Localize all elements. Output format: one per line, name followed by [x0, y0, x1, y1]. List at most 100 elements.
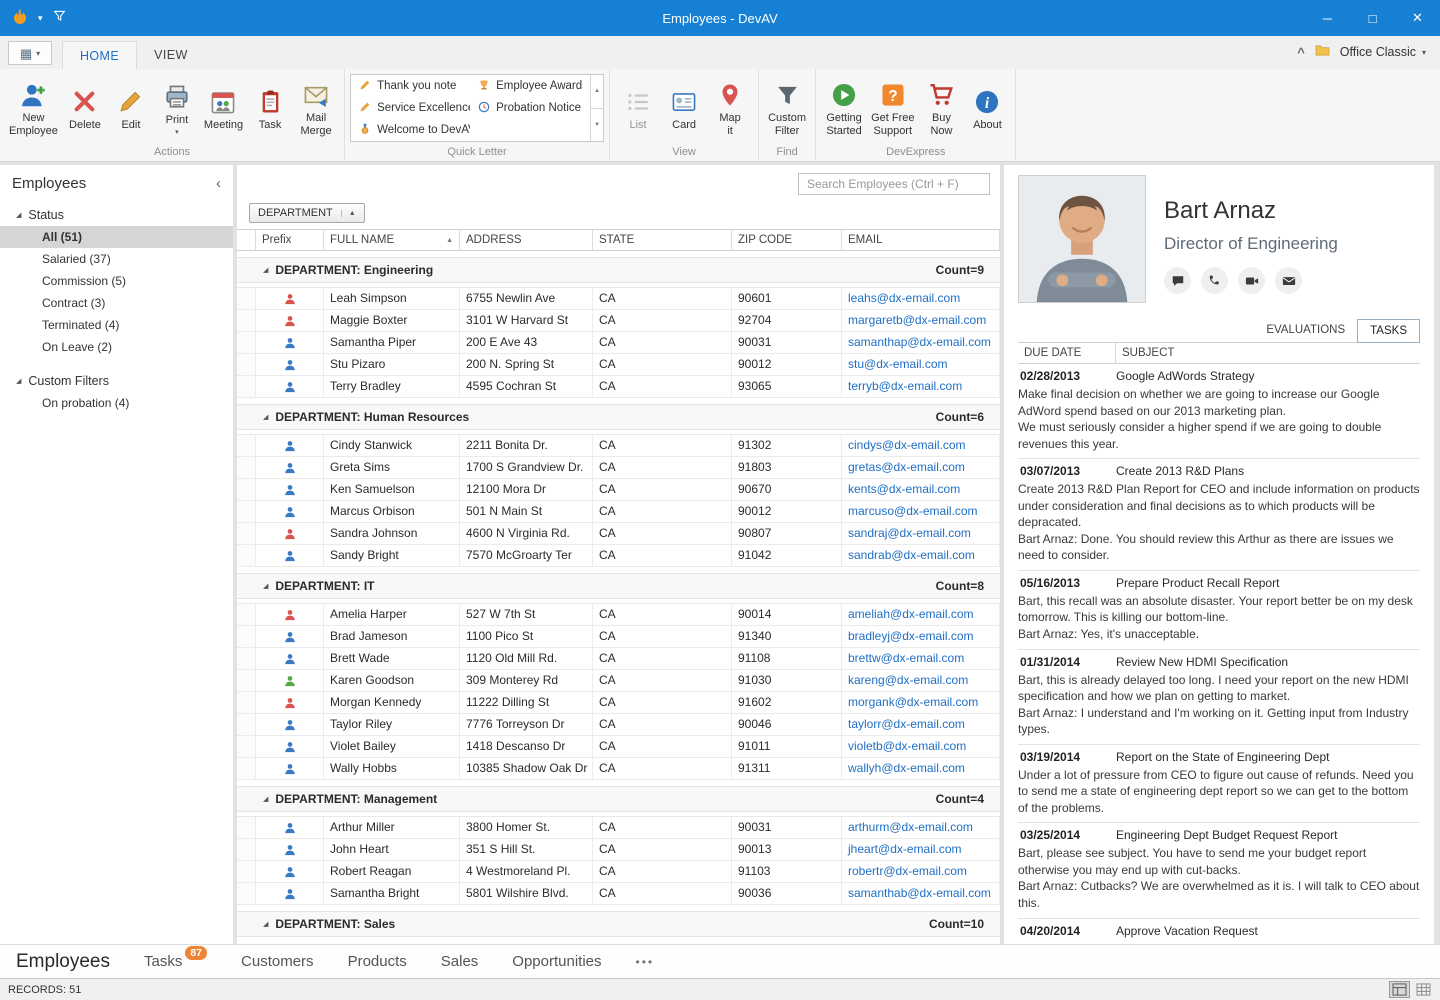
video-button[interactable]	[1238, 267, 1265, 294]
meeting-button[interactable]: Meeting	[200, 84, 247, 133]
sidebar-item[interactable]: Commission (5)	[0, 270, 233, 292]
table-row[interactable]: Morgan Kennedy 11222 Dilling St CA 91602…	[237, 692, 1000, 714]
cell-email[interactable]: cindys@dx-email.com	[842, 435, 1000, 456]
cell-email[interactable]: taylorr@dx-email.com	[842, 714, 1000, 735]
play-button[interactable]: Getting Started	[821, 77, 867, 139]
cell-email[interactable]: margaretb@dx-email.com	[842, 310, 1000, 331]
map-button[interactable]: Map it	[707, 77, 753, 139]
theme-selector[interactable]: Office Classic ▾	[1340, 45, 1426, 59]
task-item[interactable]: 04/20/2014 Approve Vacation Request Plan…	[1018, 919, 1420, 944]
bottom-tab-opportunities[interactable]: Opportunities	[512, 953, 601, 970]
tab-view[interactable]: VIEW	[137, 41, 205, 69]
cell-email[interactable]: gretas@dx-email.com	[842, 457, 1000, 478]
table-row[interactable]: Maggie Boxter 3101 W Harvard St CA 92704…	[237, 310, 1000, 332]
cell-email[interactable]: arthurm@dx-email.com	[842, 817, 1000, 838]
table-row[interactable]: Karen Goodson 309 Monterey Rd CA 91030 k…	[237, 670, 1000, 692]
quick-letter-item[interactable]: Service Excellence	[351, 97, 470, 119]
chat-button[interactable]	[1164, 267, 1191, 294]
table-row[interactable]: Brett Wade 1120 Old Mill Rd. CA 91108 br…	[237, 648, 1000, 670]
cell-email[interactable]: stu@dx-email.com	[842, 354, 1000, 375]
grid-view-icon[interactable]	[1413, 981, 1434, 998]
cell-email[interactable]: ameliah@dx-email.com	[842, 604, 1000, 625]
cell-email[interactable]: kents@dx-email.com	[842, 479, 1000, 500]
sidebar-group-header[interactable]: ◢ Status	[0, 204, 233, 226]
column-header-address[interactable]: ADDRESS	[460, 230, 593, 250]
expand-icon[interactable]: ◢	[263, 266, 268, 274]
cell-email[interactable]: samanthab@dx-email.com	[842, 883, 1000, 904]
cell-email[interactable]: robertr@dx-email.com	[842, 861, 1000, 882]
cell-email[interactable]: samanthap@dx-email.com	[842, 332, 1000, 353]
cell-email[interactable]: violetb@dx-email.com	[842, 736, 1000, 757]
quick-letter-item[interactable]: Welcome to DevAV	[351, 119, 470, 141]
column-header-email[interactable]: EMAIL	[842, 230, 1000, 250]
sidebar-item[interactable]: On probation (4)	[0, 392, 233, 414]
quick-access-customize-icon[interactable]	[53, 9, 66, 27]
table-row[interactable]: Marcus Orbison 501 N Main St CA 90012 ma…	[237, 501, 1000, 523]
table-row[interactable]: Robert Reagan 4 Westmoreland Pl. CA 9110…	[237, 861, 1000, 883]
group-row[interactable]: ◢ DEPARTMENT: Management Count=4	[237, 786, 1000, 812]
table-row[interactable]: Leah Simpson 6755 Newlin Ave CA 90601 le…	[237, 288, 1000, 310]
delete-button[interactable]: Delete	[62, 84, 108, 133]
mail-button[interactable]	[1275, 267, 1302, 294]
sidebar-collapse-icon[interactable]: ‹	[216, 175, 221, 192]
tab-home[interactable]: HOME	[62, 41, 137, 69]
tasks-column-due-date[interactable]: DUE DATE	[1018, 343, 1116, 363]
bottom-tab-customers[interactable]: Customers	[241, 953, 314, 970]
quick-letter-item[interactable]: Employee Award	[470, 75, 589, 97]
column-header-zip[interactable]: ZIP CODE	[732, 230, 842, 250]
search-input[interactable]	[798, 173, 990, 195]
scroll-up-button[interactable]: ▲	[591, 75, 603, 109]
table-row[interactable]: Ken Samuelson 12100 Mora Dr CA 90670 ken…	[237, 479, 1000, 501]
cell-email[interactable]: jheart@dx-email.com	[842, 839, 1000, 860]
group-row[interactable]: ◢ DEPARTMENT: Engineering Count=9	[237, 257, 1000, 283]
table-row[interactable]: Arthur Miller 3800 Homer St. CA 90031 ar…	[237, 817, 1000, 839]
sidebar-item[interactable]: All (51)	[0, 226, 233, 248]
sidebar-item[interactable]: Contract (3)	[0, 292, 233, 314]
app-logo-icon[interactable]	[12, 8, 28, 29]
expand-icon[interactable]: ◢	[263, 413, 268, 421]
group-by-department-button[interactable]: DEPARTMENT ▲	[249, 203, 365, 223]
mail-merge-button[interactable]: Mail Merge	[293, 77, 339, 139]
bottom-tab-sales[interactable]: Sales	[441, 953, 479, 970]
table-row[interactable]: Samantha Piper 200 E Ave 43 CA 90031 sam…	[237, 332, 1000, 354]
quick-letter-item[interactable]: Probation Notice	[470, 97, 589, 119]
cell-email[interactable]: kareng@dx-email.com	[842, 670, 1000, 691]
cell-email[interactable]: leahs@dx-email.com	[842, 288, 1000, 309]
filter-button[interactable]: Custom Filter	[764, 77, 810, 139]
column-header-state[interactable]: STATE	[593, 230, 732, 250]
cell-email[interactable]: marcuso@dx-email.com	[842, 501, 1000, 522]
table-row[interactable]: Greta Sims 1700 S Grandview Dr. CA 91803…	[237, 457, 1000, 479]
cell-email[interactable]: sandrab@dx-email.com	[842, 545, 1000, 566]
column-header-full-name[interactable]: FULL NAME ▲	[324, 230, 460, 250]
scroll-down-button[interactable]: ▼	[591, 109, 603, 142]
expand-icon[interactable]: ◢	[263, 920, 268, 928]
sidebar-item[interactable]: Salaried (37)	[0, 248, 233, 270]
table-row[interactable]: Samantha Bright 5801 Wilshire Blvd. CA 9…	[237, 883, 1000, 905]
table-row[interactable]: Amelia Harper 527 W 7th St CA 90014 amel…	[237, 604, 1000, 626]
task-item[interactable]: 03/07/2013 Create 2013 R&D Plans Create …	[1018, 459, 1420, 571]
cell-email[interactable]: terryb@dx-email.com	[842, 376, 1000, 397]
task-item[interactable]: 03/19/2014 Report on the State of Engine…	[1018, 745, 1420, 824]
task-item[interactable]: 05/16/2013 Prepare Product Recall Report…	[1018, 571, 1420, 650]
cell-email[interactable]: bradleyj@dx-email.com	[842, 626, 1000, 647]
quick-access-caret-icon[interactable]: ▾	[38, 13, 43, 24]
phone-button[interactable]	[1201, 267, 1228, 294]
bottom-tab-tasks[interactable]: Tasks 87	[144, 953, 207, 970]
cell-email[interactable]: wallyh@dx-email.com	[842, 758, 1000, 779]
table-row[interactable]: John Heart 351 S Hill St. CA 90013 jhear…	[237, 839, 1000, 861]
task-item[interactable]: 03/25/2014 Engineering Dept Budget Reque…	[1018, 823, 1420, 918]
cell-email[interactable]: morgank@dx-email.com	[842, 692, 1000, 713]
table-row[interactable]: Terry Bradley 4595 Cochran St CA 93065 t…	[237, 376, 1000, 398]
table-row[interactable]: Stu Pizaro 200 N. Spring St CA 90012 stu…	[237, 354, 1000, 376]
minimize-button[interactable]: ─	[1305, 0, 1350, 36]
bottom-tab-products[interactable]: Products	[348, 953, 407, 970]
table-row[interactable]: Violet Bailey 1418 Descanso Dr CA 91011 …	[237, 736, 1000, 758]
table-row[interactable]: Taylor Riley 7776 Torreyson Dr CA 90046 …	[237, 714, 1000, 736]
support-button[interactable]: ? Get Free Support	[867, 77, 918, 139]
print-button[interactable]: Print ▾	[154, 79, 200, 137]
column-header-prefix[interactable]: Prefix	[256, 230, 324, 250]
tab-evaluations[interactable]: EVALUATIONS	[1254, 319, 1357, 342]
sidebar-item[interactable]: Terminated (4)	[0, 314, 233, 336]
edit-button[interactable]: Edit	[108, 84, 154, 133]
new-employee-button[interactable]: New Employee	[5, 77, 62, 139]
